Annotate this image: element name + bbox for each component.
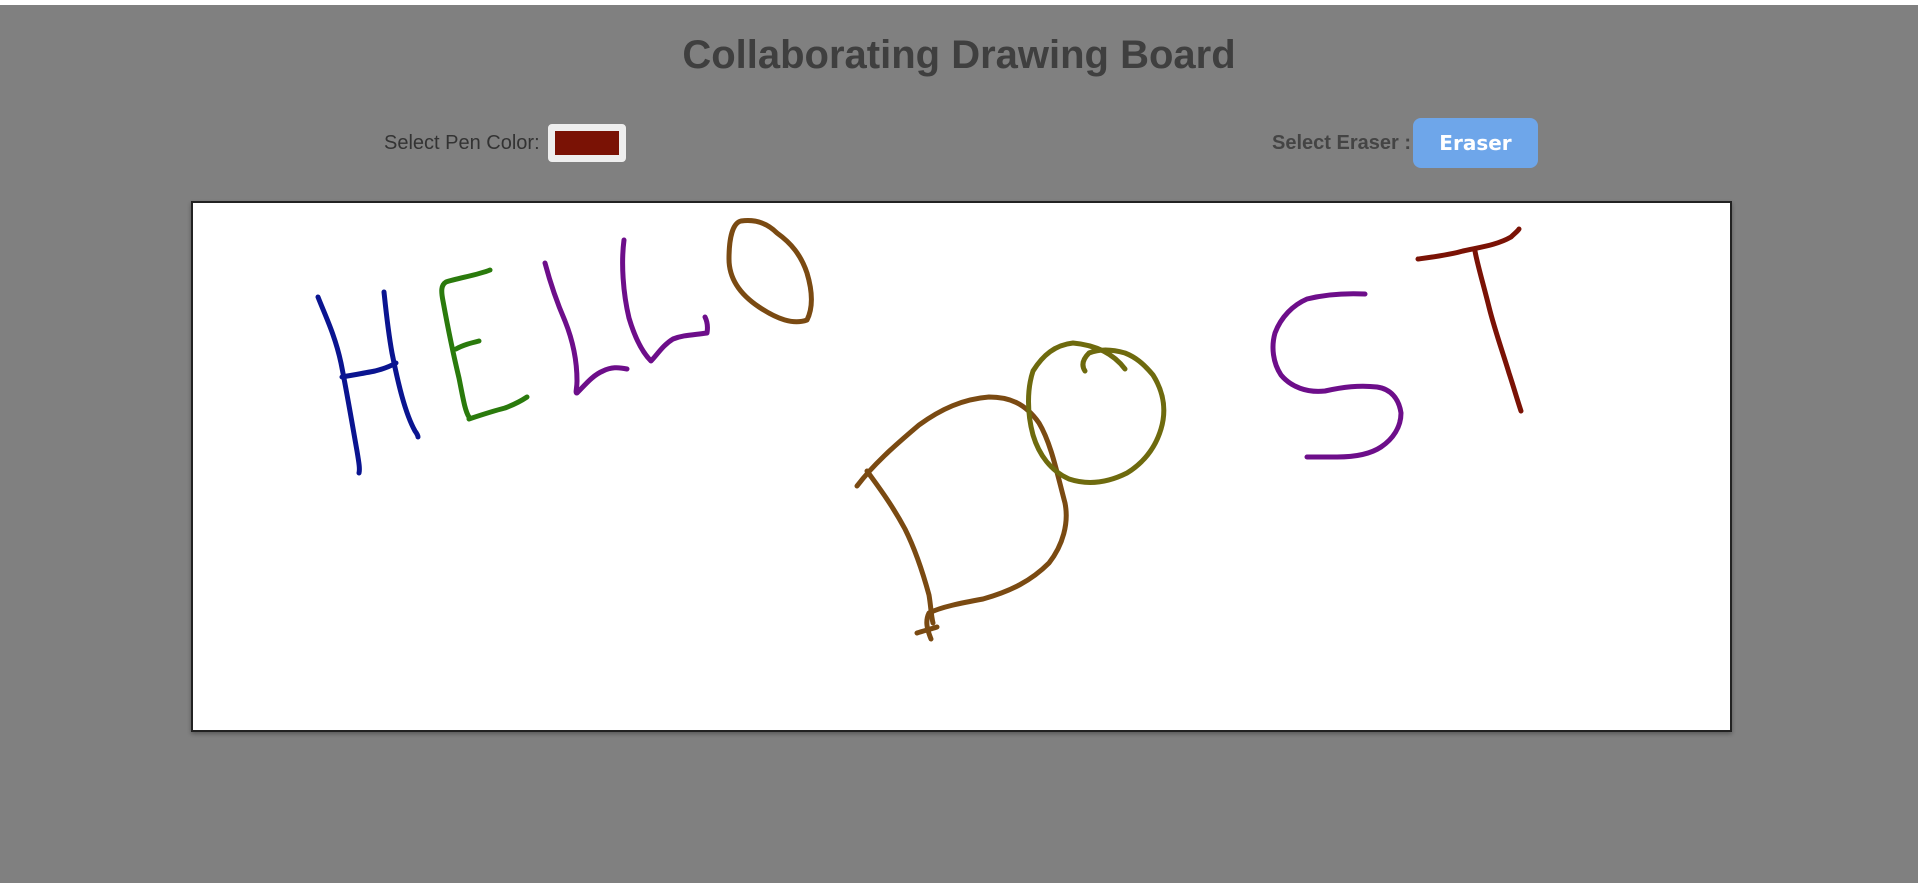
pen-color-label: Select Pen Color: (384, 131, 540, 154)
stroke-letter-e (439, 267, 530, 422)
drawing-surface[interactable] (193, 203, 1730, 730)
stroke-letter-l2 (620, 237, 710, 364)
app-background: Collaborating Drawing Board Select Pen C… (0, 5, 1918, 883)
drawing-canvas[interactable] (191, 201, 1732, 732)
stroke-letter-l1 (542, 260, 630, 396)
eraser-button[interactable]: Eraser (1412, 118, 1538, 168)
stroke-letter-t (1415, 226, 1524, 414)
pen-color-picker[interactable] (547, 124, 626, 162)
eraser-label: Select Eraser : (1272, 131, 1411, 154)
stroke-letter-o2 (1026, 340, 1167, 485)
stroke-letter-o1 (726, 218, 814, 325)
page-title: Collaborating Drawing Board (682, 33, 1236, 77)
eraser-group: Select Eraser : Eraser (1272, 118, 1538, 168)
stroke-letter-h (315, 289, 421, 476)
stroke-letter-s (1270, 291, 1404, 460)
pen-color-group: Select Pen Color: (384, 118, 626, 168)
pen-color-swatch (554, 131, 619, 155)
toolbar: Select Pen Color: Select Eraser : Eraser (0, 118, 1918, 168)
